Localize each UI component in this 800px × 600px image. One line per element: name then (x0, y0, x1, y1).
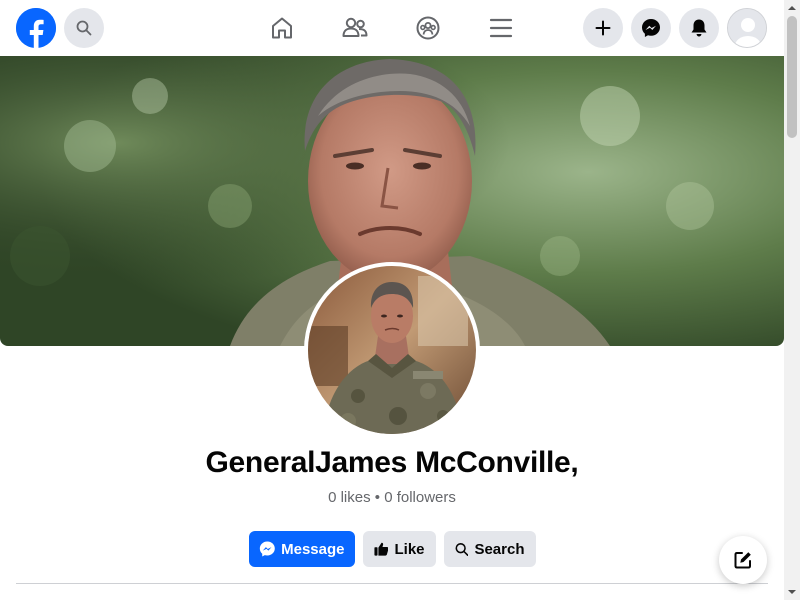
facebook-logo-icon[interactable] (16, 8, 56, 48)
compose-button[interactable] (719, 536, 767, 584)
search-page-button[interactable]: Search (443, 531, 536, 567)
menu-tab[interactable] (487, 14, 515, 42)
plus-icon (595, 20, 611, 36)
top-nav (0, 0, 784, 56)
section-divider (16, 583, 768, 584)
search-icon (76, 20, 92, 36)
like-button[interactable]: Like (362, 531, 436, 567)
friends-icon (342, 17, 368, 37)
home-tab[interactable] (268, 14, 296, 42)
profile-picture[interactable] (304, 262, 480, 438)
message-button-label: Message (281, 540, 345, 558)
bell-icon (691, 19, 707, 37)
messenger-icon (259, 541, 275, 557)
thumbs-up-icon (373, 542, 389, 556)
home-icon (272, 17, 292, 39)
profile-page: GeneralJames McConville, 0 likes • 0 fol… (0, 0, 800, 600)
page-title: GeneralJames McConville, (205, 446, 579, 479)
messenger-button[interactable] (631, 8, 671, 48)
search-icon (455, 542, 468, 556)
groups-icon (416, 16, 440, 40)
account-avatar-button[interactable] (727, 8, 767, 48)
like-button-label: Like (394, 540, 425, 558)
message-button[interactable]: Message (248, 531, 355, 567)
menu-icon (489, 18, 513, 38)
scroll-thumb[interactable] (787, 16, 797, 138)
notifications-button[interactable] (679, 8, 719, 48)
scroll-down-icon[interactable] (784, 584, 800, 600)
search-button[interactable] (64, 8, 104, 48)
scrollbar[interactable] (784, 0, 800, 600)
search-button-label: Search (474, 540, 525, 558)
profile-stats: 0 likes • 0 followers (328, 489, 456, 506)
friends-tab[interactable] (341, 14, 369, 42)
default-avatar-icon (728, 9, 766, 47)
compose-icon (734, 552, 751, 569)
create-button[interactable] (583, 8, 623, 48)
groups-tab[interactable] (414, 14, 442, 42)
profile-actions: Message Like Search (0, 531, 784, 567)
scroll-up-icon[interactable] (784, 0, 800, 16)
messenger-icon (642, 19, 660, 37)
